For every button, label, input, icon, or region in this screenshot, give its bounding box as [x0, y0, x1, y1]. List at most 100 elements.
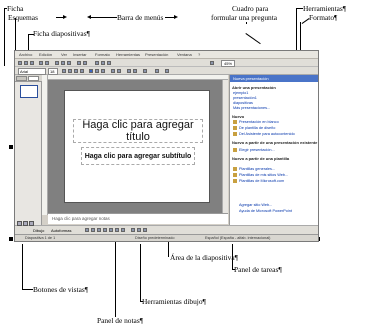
- font-color-draw-icon[interactable]: [143, 228, 147, 232]
- status-language: Español (España - alfab. internacional): [205, 236, 271, 240]
- notes-pane[interactable]: Haga clic para agregar notas: [48, 213, 228, 224]
- wordart-icon[interactable]: [115, 228, 119, 232]
- oval-icon[interactable]: [103, 228, 107, 232]
- powerpoint-window: Archivo Edición Ver Insertar Formato Her…: [14, 50, 319, 242]
- design-template-icon: [233, 126, 237, 130]
- numbering-icon[interactable]: [111, 69, 115, 73]
- increase-font-icon[interactable]: [127, 69, 131, 73]
- open-icon[interactable]: [24, 61, 28, 65]
- leader-dibujo-h: [140, 301, 143, 302]
- tp-open-item-3[interactable]: diapositivas: [233, 101, 253, 105]
- new-slide-icon[interactable]: [165, 69, 169, 73]
- tab-esquema[interactable]: [16, 76, 27, 81]
- slide-sorter-view-button[interactable]: [23, 221, 28, 226]
- copy-icon[interactable]: [61, 61, 65, 65]
- line-icon[interactable]: [85, 228, 89, 232]
- tp-section-abrir: Abrir una presentación: [232, 85, 276, 90]
- tp-open-more[interactable]: Más presentaciones...: [233, 106, 270, 110]
- chart-icon[interactable]: [95, 61, 99, 65]
- vertical-scrollbar[interactable]: [222, 80, 228, 213]
- menu-ventana[interactable]: Ventana: [177, 52, 192, 57]
- title-placeholder[interactable]: Haga clic para agregar título: [73, 119, 203, 143]
- anchor-dot-left: [9, 145, 13, 149]
- tp-help[interactable]: Ayuda de Microsoft PowerPoint: [239, 209, 292, 213]
- tp-new-wizard[interactable]: Del Asistente para autocontenido: [239, 132, 295, 136]
- cut-icon[interactable]: [55, 61, 59, 65]
- textbox-icon[interactable]: [109, 228, 113, 232]
- menu-ayuda[interactable]: ?: [198, 52, 200, 57]
- tab-diapositivas[interactable]: [28, 76, 39, 81]
- normal-view-button[interactable]: [17, 221, 22, 226]
- table-icon[interactable]: [101, 61, 105, 65]
- italic-icon[interactable]: [68, 69, 72, 73]
- bold-icon[interactable]: [62, 69, 66, 73]
- preview-icon[interactable]: [45, 61, 49, 65]
- print-icon[interactable]: [39, 61, 43, 65]
- callout-area-diapositiva: Área de la diapositiva¶: [170, 253, 238, 262]
- menu-formato[interactable]: Formato: [95, 52, 110, 57]
- align-right-icon[interactable]: [101, 69, 105, 73]
- menu-presentacion[interactable]: Presentación: [145, 52, 168, 57]
- font-name-field[interactable]: Arial: [18, 68, 46, 75]
- new-icon[interactable]: [18, 61, 22, 65]
- tp-open-item-1[interactable]: ejemplo1: [233, 91, 248, 95]
- clipart-icon[interactable]: [121, 228, 125, 232]
- choose-presentation-icon: [233, 148, 237, 152]
- menu-insertar[interactable]: Insertar: [73, 52, 87, 57]
- tp-new-design[interactable]: De plantilla de diseño: [239, 126, 275, 130]
- leader-cuadro-diag: [245, 33, 261, 45]
- redo-icon[interactable]: [83, 61, 87, 65]
- decrease-font-icon[interactable]: [133, 69, 137, 73]
- tp-template-ms[interactable]: Plantillas de Microsoft.com: [239, 179, 284, 183]
- status-slide-count: Diapositiva 1 de 1: [25, 236, 56, 240]
- tp-choose-presentation[interactable]: Elegir presentación...: [239, 148, 275, 152]
- tp-new-blank[interactable]: Presentación en blanco: [239, 120, 279, 124]
- subtitle-placeholder[interactable]: Haga clic para agregar subtítulo: [81, 147, 195, 165]
- callout-ficha-diapositivas: Ficha diapositivas¶: [33, 29, 90, 38]
- design-icon[interactable]: [155, 69, 159, 73]
- tp-add-website[interactable]: Agregar sitio Web...: [239, 203, 272, 207]
- menu-herramientas[interactable]: Herramientas: [116, 52, 140, 57]
- rectangle-icon[interactable]: [97, 228, 101, 232]
- slide-canvas[interactable]: Haga clic para agregar título Haga clic …: [64, 90, 210, 203]
- blank-presentation-icon: [233, 120, 237, 124]
- autoshapes-menu[interactable]: Autoformas: [51, 228, 71, 233]
- save-icon[interactable]: [30, 61, 34, 65]
- line-color-icon[interactable]: [137, 228, 141, 232]
- leader-esquemas-arrow: [63, 15, 67, 19]
- leader-ficha-v: [4, 8, 5, 66]
- menu-ver[interactable]: Ver: [61, 52, 67, 57]
- tp-section-existente: Nuevo a partir de una presentación exist…: [232, 140, 318, 145]
- status-bar: Diapositiva 1 de 1 Diseño predeterminado…: [15, 234, 318, 241]
- align-left-icon[interactable]: [89, 69, 93, 73]
- shadow-icon[interactable]: [80, 69, 84, 73]
- leader-menus-arrow-l: [87, 15, 91, 19]
- menu-archivo[interactable]: Archivo: [19, 52, 32, 57]
- fill-color-icon[interactable]: [131, 228, 135, 232]
- slide-thumbnail[interactable]: [20, 85, 38, 98]
- slideshow-view-button[interactable]: [29, 221, 34, 226]
- help-icon[interactable]: [210, 61, 214, 65]
- callout-botones-de-vistas: Botones de vistas¶: [33, 285, 89, 294]
- callout-herramientas: Herramientas¶: [303, 4, 347, 13]
- leader-menus-left: [90, 17, 117, 18]
- formatting-toolbar: Arial 18: [15, 67, 318, 75]
- font-size-field[interactable]: 18: [48, 68, 58, 75]
- zoom-field[interactable]: 45%: [221, 60, 236, 67]
- drawing-menu[interactable]: Dibujo: [33, 228, 44, 233]
- tp-open-item-2[interactable]: presentación1: [233, 96, 257, 100]
- bullets-icon[interactable]: [117, 69, 121, 73]
- task-pane: Nueva presentación Abrir una presentació…: [229, 75, 318, 225]
- underline-icon[interactable]: [74, 69, 78, 73]
- tp-template-web[interactable]: Plantillas de mis sitios Web...: [239, 173, 288, 177]
- tp-template-general[interactable]: Plantillas generales...: [239, 167, 275, 171]
- grid-icon[interactable]: [107, 61, 111, 65]
- leader-cuadro: [246, 22, 247, 24]
- leader-herramientas-v: [296, 8, 297, 56]
- undo-icon[interactable]: [77, 61, 81, 65]
- align-center-icon[interactable]: [95, 69, 99, 73]
- paste-icon[interactable]: [67, 61, 71, 65]
- arrow-icon[interactable]: [91, 228, 95, 232]
- font-color-icon[interactable]: [143, 69, 147, 73]
- menu-edicion[interactable]: Edición: [39, 52, 52, 57]
